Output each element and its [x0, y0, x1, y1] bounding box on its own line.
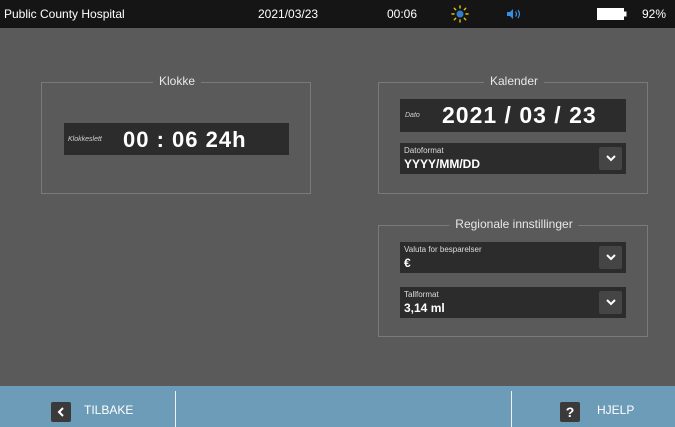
chevron-down-icon[interactable] [599, 147, 622, 170]
currency-label: Valuta for besparelser [404, 245, 482, 254]
help-label[interactable]: HJELP [597, 403, 634, 417]
number-format-value: 3,14 ml [404, 301, 445, 315]
status-date: 2021/03/23 [258, 7, 319, 21]
date-format-label: Datoformat [404, 146, 444, 155]
chevron-left-icon [57, 407, 64, 417]
battery-icon [597, 8, 627, 20]
back-label[interactable]: TILBAKE [84, 403, 133, 417]
date-format-value: YYYY/MM/DD [404, 157, 481, 171]
date-value: 2021 / 03 / 23 [442, 102, 597, 128]
date-field[interactable]: Dato 2021 / 03 / 23 [400, 99, 626, 132]
status-time: 00:06 [387, 7, 418, 21]
back-button[interactable] [51, 402, 71, 422]
divider [511, 391, 512, 427]
chevron-down-icon[interactable] [599, 291, 622, 314]
regional-panel-title: Regionale innstillinger [449, 217, 579, 231]
bottom-bar: TILBAKE ? HJELP [0, 386, 675, 427]
time-value: 00 : 06 24h [123, 127, 247, 152]
calendar-panel: Kalender Dato 2021 / 03 / 23 Datoformat … [378, 74, 648, 194]
number-format-dropdown[interactable]: Tallformat 3,14 ml [400, 287, 626, 318]
divider [175, 391, 176, 427]
status-bar: Public County Hospital 2021/03/23 00:06 … [0, 0, 675, 28]
clock-panel-title: Klokke [152, 74, 202, 88]
currency-value: € [404, 256, 411, 270]
help-button[interactable]: ? [560, 402, 580, 422]
time-field[interactable]: Klokkeslett 00 : 06 24h [64, 123, 289, 155]
clock-panel: Klokke Klokkeslett 00 : 06 24h [41, 74, 311, 194]
regional-settings-panel: Regionale innstillinger Valuta for bespa… [378, 217, 648, 337]
battery-percent: 92% [642, 7, 667, 21]
speaker-icon [507, 9, 521, 19]
date-field-label: Dato [405, 112, 420, 119]
chevron-down-icon[interactable] [599, 246, 622, 269]
hospital-name: Public County Hospital [4, 7, 125, 21]
number-format-label: Tallformat [404, 290, 439, 299]
question-icon: ? [565, 404, 575, 420]
sun-icon [451, 5, 469, 23]
calendar-panel-title: Kalender [483, 74, 545, 88]
date-format-dropdown[interactable]: Datoformat YYYY/MM/DD [400, 143, 626, 174]
time-field-label: Klokkeslett [68, 136, 102, 143]
currency-dropdown[interactable]: Valuta for besparelser € [400, 242, 626, 273]
